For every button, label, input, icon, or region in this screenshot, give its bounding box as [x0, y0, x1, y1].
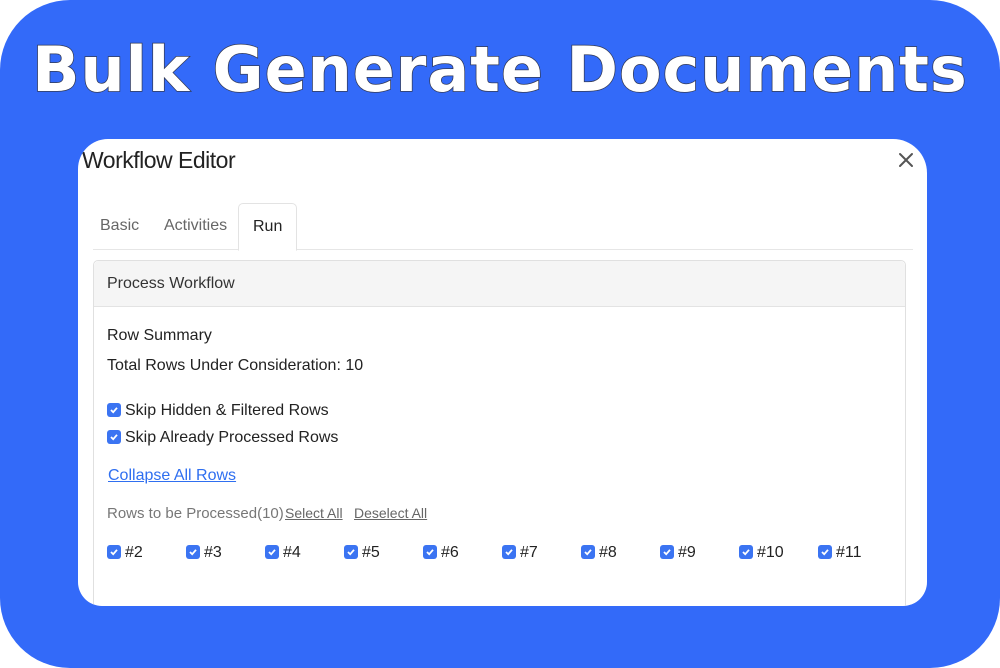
- rows-to-be-processed-label: Rows to be Processed(10): [107, 505, 284, 522]
- checkbox-checked-icon: [186, 545, 200, 559]
- row-label: #2: [125, 544, 143, 561]
- row-checkbox[interactable]: #6: [423, 544, 459, 562]
- row-checkbox[interactable]: #7: [502, 544, 538, 562]
- checkbox-checked-icon: [423, 545, 437, 559]
- row-label: #8: [599, 544, 617, 561]
- tab-bar: Basic Activities Run: [93, 203, 913, 251]
- checkbox-checked-icon: [739, 545, 753, 559]
- row-checkbox[interactable]: #9: [660, 544, 696, 562]
- total-rows-text: Total Rows Under Consideration: 10: [107, 357, 364, 374]
- checkbox-checked-icon: [265, 545, 279, 559]
- collapse-all-rows-link[interactable]: Collapse All Rows: [108, 467, 236, 485]
- checkbox-checked-icon: [344, 545, 358, 559]
- banner-title: Bulk Generate Documents: [31, 32, 968, 107]
- checkbox-label: Skip Hidden & Filtered Rows: [125, 402, 329, 419]
- row-label: #9: [678, 544, 696, 561]
- row-checkbox[interactable]: #4: [265, 544, 301, 562]
- tab-basic[interactable]: Basic: [93, 203, 146, 249]
- row-label: #10: [757, 544, 784, 561]
- checkbox-checked-icon: [107, 545, 121, 559]
- row-label: #6: [441, 544, 459, 561]
- tab-activities[interactable]: Activities: [157, 203, 234, 249]
- row-summary-heading: Row Summary: [107, 327, 212, 344]
- checkbox-checked-icon: [107, 430, 121, 444]
- select-all-link[interactable]: Select All: [285, 505, 343, 521]
- close-button[interactable]: [895, 149, 917, 171]
- row-label: #11: [836, 544, 862, 561]
- row-checkbox[interactable]: #8: [581, 544, 617, 562]
- row-label: #3: [204, 544, 222, 561]
- row-label: #4: [283, 544, 301, 561]
- row-checkbox[interactable]: #3: [186, 544, 222, 562]
- checkbox-checked-icon: [107, 403, 121, 417]
- panel-title: Process Workflow: [94, 261, 905, 307]
- row-label: #5: [362, 544, 380, 561]
- row-label: #7: [520, 544, 538, 561]
- row-checkbox[interactable]: #10: [739, 544, 784, 562]
- row-checkbox[interactable]: #2: [107, 544, 143, 562]
- tab-run[interactable]: Run: [238, 203, 298, 251]
- row-checkbox[interactable]: #5: [344, 544, 380, 562]
- process-workflow-panel: Process Workflow Row Summary Total Rows …: [93, 260, 906, 606]
- deselect-all-link[interactable]: Deselect All: [354, 505, 427, 521]
- checkbox-checked-icon: [818, 545, 832, 559]
- checkbox-checked-icon: [660, 545, 674, 559]
- close-icon: [899, 153, 913, 167]
- skip-hidden-checkbox[interactable]: Skip Hidden & Filtered Rows: [107, 402, 329, 420]
- row-checkbox[interactable]: #11: [818, 544, 862, 562]
- workflow-editor-dialog: Workflow Editor Basic Activities Run Pro…: [78, 139, 927, 606]
- checkbox-checked-icon: [581, 545, 595, 559]
- dialog-title: Workflow Editor: [82, 147, 236, 173]
- skip-processed-checkbox[interactable]: Skip Already Processed Rows: [107, 429, 338, 447]
- checkbox-label: Skip Already Processed Rows: [125, 429, 339, 446]
- checkbox-checked-icon: [502, 545, 516, 559]
